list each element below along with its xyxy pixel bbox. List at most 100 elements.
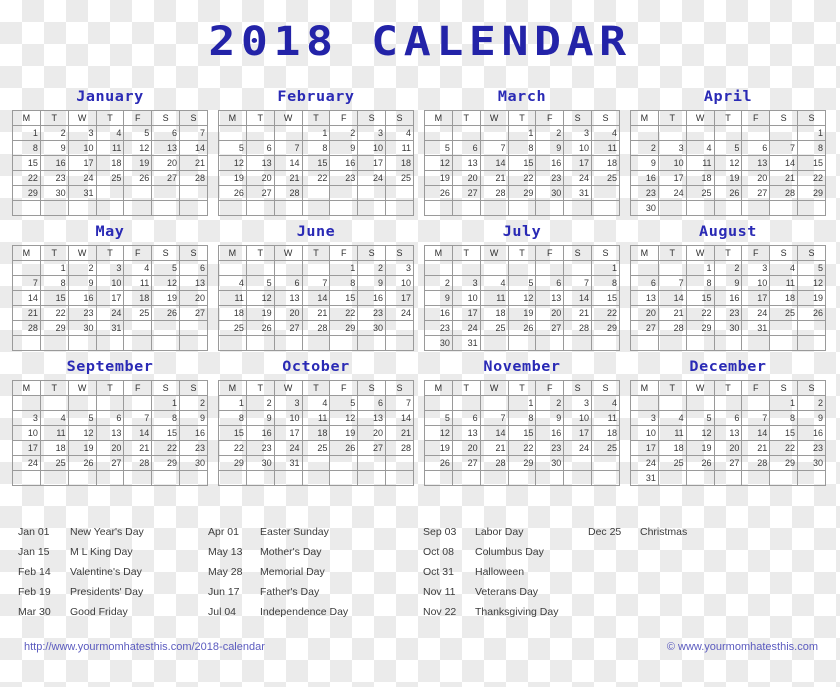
day-cell[interactable]: 3 [273, 395, 303, 411]
day-cell[interactable]: 14 [123, 425, 153, 441]
day-cell[interactable]: 25 [769, 305, 799, 321]
day-cell[interactable]: 22 [769, 440, 799, 456]
day-cell[interactable]: 28 [769, 185, 799, 201]
day-cell[interactable]: 4 [123, 260, 153, 276]
day-cell[interactable]: 25 [591, 170, 620, 186]
day-cell[interactable]: 27 [95, 455, 125, 471]
day-cell[interactable]: 2 [713, 260, 743, 276]
day-cell[interactable]: 8 [218, 410, 247, 426]
day-cell[interactable]: 30 [245, 455, 275, 471]
day-cell[interactable]: 16 [713, 290, 743, 306]
day-cell[interactable]: 19 [424, 170, 453, 186]
day-cell[interactable]: 9 [535, 410, 565, 426]
day-cell[interactable]: 19 [151, 290, 181, 306]
day-cell[interactable]: 28 [273, 185, 303, 201]
day-cell[interactable]: 28 [123, 455, 153, 471]
day-cell[interactable]: 24 [273, 440, 303, 456]
day-cell[interactable]: 29 [507, 185, 537, 201]
day-cell[interactable]: 2 [329, 125, 359, 141]
day-cell[interactable]: 4 [301, 395, 331, 411]
day-cell[interactable]: 1 [769, 395, 799, 411]
day-cell[interactable]: 26 [67, 455, 97, 471]
day-cell[interactable]: 28 [179, 170, 208, 186]
day-cell[interactable]: 21 [479, 170, 509, 186]
day-cell[interactable]: 18 [385, 155, 414, 171]
day-cell[interactable]: 30 [357, 320, 387, 336]
day-cell[interactable]: 24 [563, 170, 593, 186]
day-cell[interactable]: 13 [95, 425, 125, 441]
day-cell[interactable]: 22 [39, 305, 69, 321]
day-cell[interactable]: 6 [630, 275, 659, 291]
day-cell[interactable]: 11 [591, 140, 620, 156]
day-cell[interactable]: 1 [329, 260, 359, 276]
day-cell[interactable]: 15 [39, 290, 69, 306]
day-cell[interactable]: 19 [424, 440, 453, 456]
day-cell[interactable]: 11 [591, 410, 620, 426]
day-cell[interactable]: 9 [39, 140, 69, 156]
day-cell[interactable]: 13 [179, 275, 208, 291]
day-cell[interactable]: 20 [741, 170, 771, 186]
day-cell[interactable]: 5 [67, 410, 97, 426]
day-cell[interactable]: 16 [424, 305, 453, 321]
day-cell[interactable]: 14 [657, 290, 687, 306]
day-cell[interactable]: 26 [713, 185, 743, 201]
day-cell[interactable]: 9 [357, 275, 387, 291]
day-cell[interactable]: 16 [630, 170, 659, 186]
day-cell[interactable]: 11 [123, 275, 153, 291]
day-cell[interactable]: 21 [769, 170, 799, 186]
day-cell[interactable]: 17 [563, 425, 593, 441]
day-cell[interactable]: 13 [535, 290, 565, 306]
day-cell[interactable]: 29 [769, 455, 799, 471]
day-cell[interactable]: 19 [507, 305, 537, 321]
day-cell[interactable]: 1 [218, 395, 247, 411]
day-cell[interactable]: 25 [685, 185, 715, 201]
day-cell[interactable]: 1 [685, 260, 715, 276]
day-cell[interactable]: 25 [39, 455, 69, 471]
day-cell[interactable]: 20 [95, 440, 125, 456]
day-cell[interactable]: 29 [218, 455, 247, 471]
day-cell[interactable]: 8 [39, 275, 69, 291]
day-cell[interactable]: 26 [424, 185, 453, 201]
day-cell[interactable]: 14 [563, 290, 593, 306]
day-cell[interactable]: 17 [657, 170, 687, 186]
day-cell[interactable]: 17 [741, 290, 771, 306]
day-cell[interactable]: 10 [451, 290, 481, 306]
day-cell[interactable]: 29 [12, 185, 41, 201]
day-cell[interactable]: 25 [95, 170, 125, 186]
day-cell[interactable]: 12 [151, 275, 181, 291]
day-cell[interactable]: 20 [273, 305, 303, 321]
day-cell[interactable]: 5 [151, 260, 181, 276]
day-cell[interactable]: 8 [591, 275, 620, 291]
day-cell[interactable]: 3 [12, 410, 41, 426]
day-cell[interactable]: 27 [451, 185, 481, 201]
day-cell[interactable]: 15 [151, 425, 181, 441]
day-cell[interactable]: 9 [424, 290, 453, 306]
day-cell[interactable]: 17 [630, 440, 659, 456]
day-cell[interactable]: 28 [741, 455, 771, 471]
day-cell[interactable]: 29 [39, 320, 69, 336]
day-cell[interactable]: 13 [451, 425, 481, 441]
day-cell[interactable]: 18 [95, 155, 125, 171]
day-cell[interactable]: 21 [741, 440, 771, 456]
day-cell[interactable]: 23 [39, 170, 69, 186]
day-cell[interactable]: 29 [329, 320, 359, 336]
day-cell[interactable]: 5 [245, 275, 275, 291]
day-cell[interactable]: 17 [563, 155, 593, 171]
day-cell[interactable]: 1 [797, 125, 826, 141]
day-cell[interactable]: 15 [797, 155, 826, 171]
day-cell[interactable]: 20 [151, 155, 181, 171]
day-cell[interactable]: 22 [151, 440, 181, 456]
day-cell[interactable]: 22 [797, 170, 826, 186]
day-cell[interactable]: 2 [179, 395, 208, 411]
day-cell[interactable]: 3 [630, 410, 659, 426]
day-cell[interactable]: 24 [67, 170, 97, 186]
day-cell[interactable]: 1 [507, 395, 537, 411]
day-cell[interactable]: 22 [218, 440, 247, 456]
day-cell[interactable]: 2 [357, 260, 387, 276]
day-cell[interactable]: 6 [451, 410, 481, 426]
day-cell[interactable]: 13 [741, 155, 771, 171]
day-cell[interactable]: 22 [685, 305, 715, 321]
day-cell[interactable]: 5 [424, 410, 453, 426]
day-cell[interactable]: 11 [479, 290, 509, 306]
day-cell[interactable]: 20 [245, 170, 275, 186]
